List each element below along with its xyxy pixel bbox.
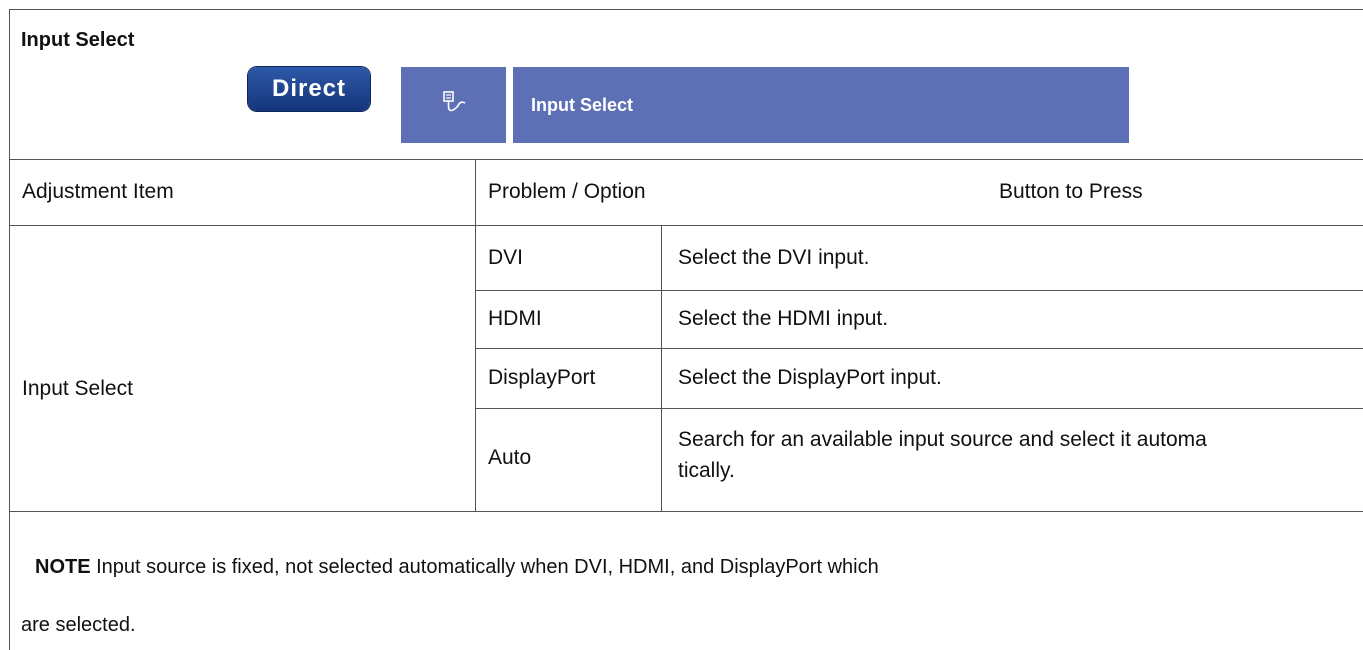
osd-icon-box xyxy=(401,67,506,143)
option-description: Select the DisplayPort input. xyxy=(678,366,942,389)
adjustment-item-cell: Input Select xyxy=(22,377,133,400)
row-divider-dvi xyxy=(475,290,1363,291)
section-title: Input Select xyxy=(21,29,135,51)
header-adjustment-item: Adjustment Item xyxy=(22,180,174,203)
osd-title-bar: Input Select xyxy=(513,67,1129,143)
note-label: NOTE xyxy=(35,556,91,578)
note-line-2: are selected. xyxy=(21,614,136,636)
row-divider-hdmi xyxy=(475,348,1363,349)
table-left-border xyxy=(9,9,10,650)
option-description-line1: Search for an available input source and… xyxy=(678,428,1207,451)
note-text-1: Input source is fixed, not selected auto… xyxy=(96,556,879,578)
osd-title-text: Input Select xyxy=(531,94,634,115)
option-name: HDMI xyxy=(488,307,542,330)
option-description-line2: tically. xyxy=(678,459,735,482)
row-divider-displayport xyxy=(475,408,1363,409)
option-description: Select the HDMI input. xyxy=(678,307,889,330)
header-row-top-border xyxy=(9,159,1363,160)
note-line-1: NOTE Input source is fixed, not selected… xyxy=(21,555,1351,579)
table-body-bottom-border xyxy=(9,511,1363,512)
col-divider-1 xyxy=(475,159,476,511)
col-divider-2 xyxy=(661,225,662,511)
table-top-border xyxy=(9,9,1363,10)
option-description: Select the DVI input. xyxy=(678,246,870,269)
input-plug-icon xyxy=(439,90,469,121)
direct-badge: Direct xyxy=(248,67,370,111)
manual-page: Input Select Direct Input Select Adjustm… xyxy=(0,0,1363,650)
option-name: Auto xyxy=(488,446,532,469)
header-button-to-press: Button to Press xyxy=(999,180,1143,203)
note-paragraph: NOTE Input source is fixed, not selected… xyxy=(21,555,1351,637)
option-name: DisplayPort xyxy=(488,366,596,389)
header-row-bottom-border xyxy=(9,225,1363,226)
header-problem-option: Problem / Option xyxy=(488,180,646,203)
option-name: DVI xyxy=(488,246,524,269)
